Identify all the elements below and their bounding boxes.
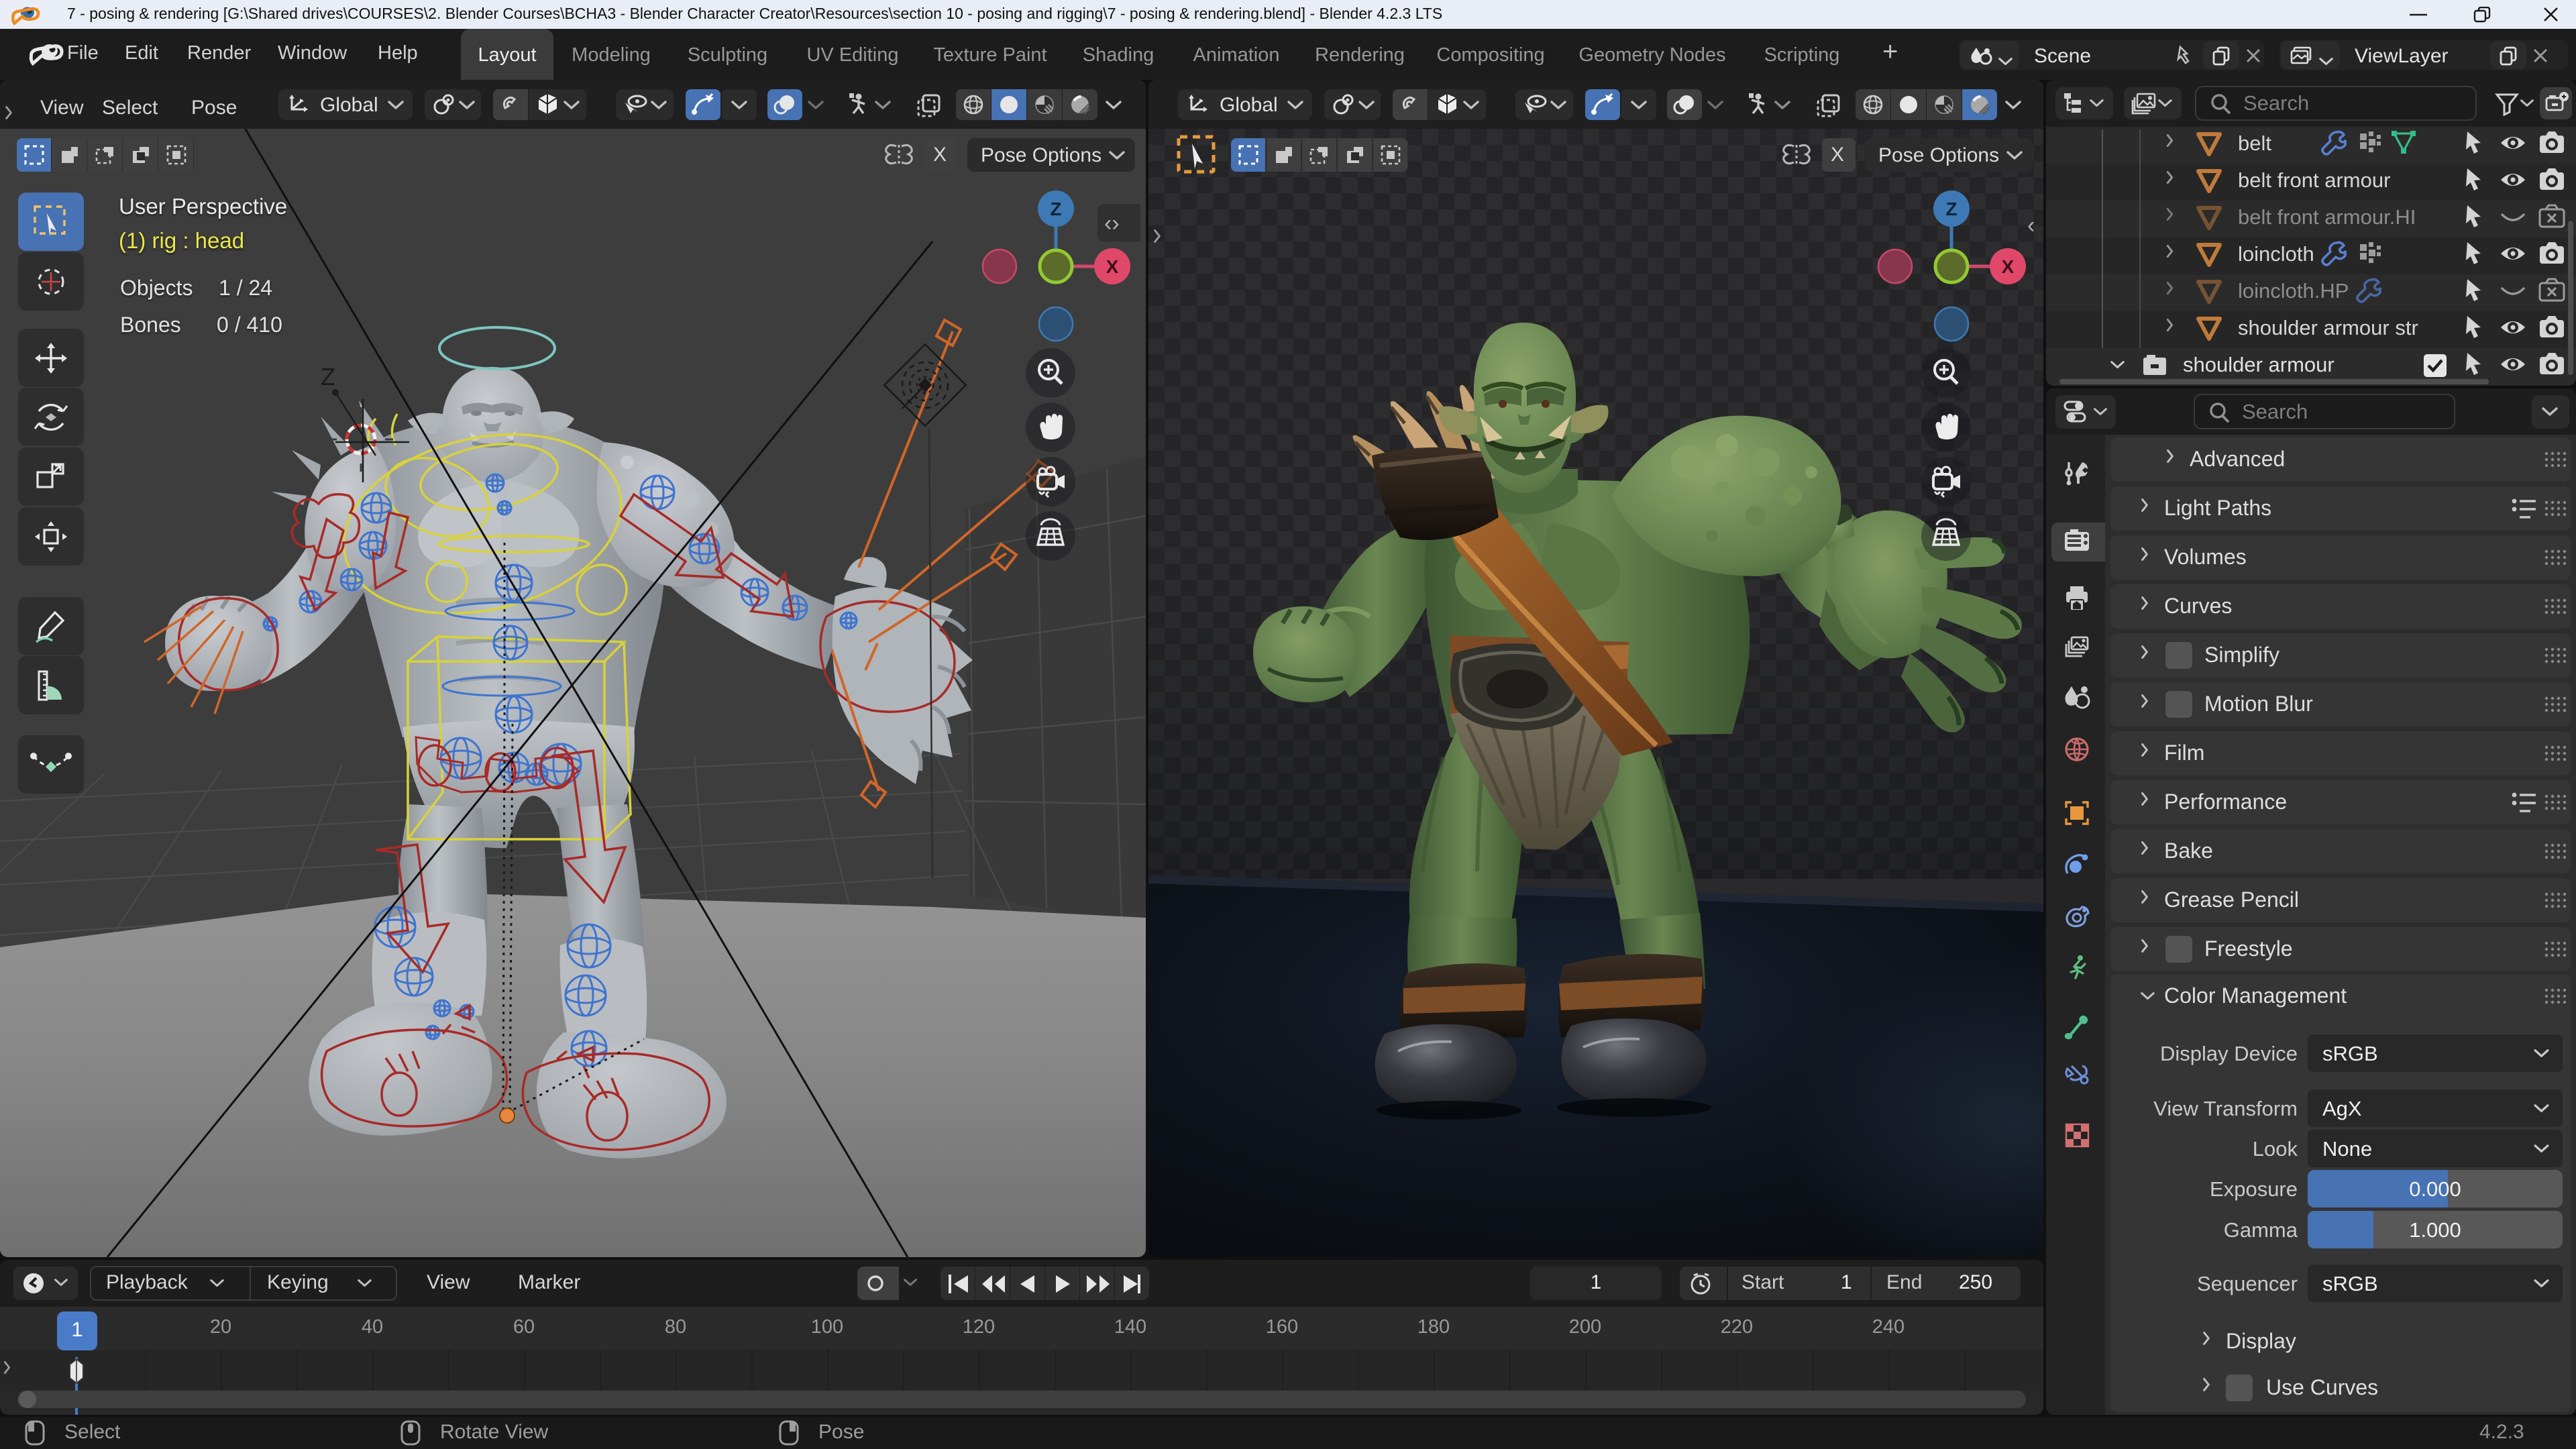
svg-text:X: X (2002, 256, 2015, 277)
svg-text:Z: Z (1945, 199, 1957, 219)
svg-text:X: X (1106, 256, 1119, 277)
svg-text:Z: Z (321, 363, 335, 390)
svg-text:Z: Z (1050, 199, 1061, 219)
